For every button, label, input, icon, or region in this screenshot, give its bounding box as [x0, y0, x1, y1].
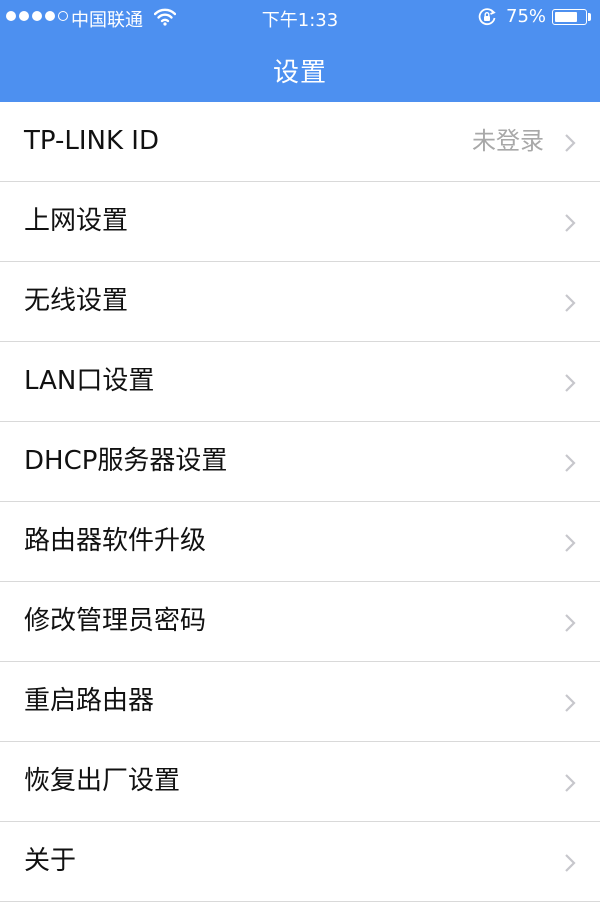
battery-icon [552, 9, 587, 25]
settings-item-change-password[interactable]: 修改管理员密码 [0, 582, 600, 662]
chevron-right-icon [564, 213, 576, 237]
settings-item-label: 无线设置 [24, 286, 129, 316]
settings-item-firmware-upgrade[interactable]: 路由器软件升级 [0, 502, 600, 582]
status-bar: 中国联通 下午1:33 75% [0, 0, 600, 34]
header: 中国联通 下午1:33 75% 设置 [0, 0, 600, 102]
settings-item-label: 关于 [24, 846, 77, 876]
chevron-right-icon [564, 293, 576, 317]
settings-item-label: TP-LINK ID [24, 126, 159, 156]
settings-item-tp-link-id[interactable]: TP-LINK ID 未登录 [0, 102, 600, 182]
chevron-right-icon [564, 693, 576, 717]
battery-percentage: 75% [506, 6, 547, 27]
rotation-lock-icon [477, 7, 497, 32]
settings-item-label: 重启路由器 [24, 686, 155, 716]
settings-item-factory-reset[interactable]: 恢复出厂设置 [0, 742, 600, 822]
settings-item-dhcp[interactable]: DHCP服务器设置 [0, 422, 600, 502]
chevron-right-icon [564, 133, 576, 157]
settings-item-label: 上网设置 [24, 206, 129, 236]
chevron-right-icon [564, 453, 576, 477]
battery-nub [588, 13, 591, 21]
chevron-right-icon [564, 773, 576, 797]
chevron-right-icon [564, 613, 576, 637]
settings-item-wireless[interactable]: 无线设置 [0, 262, 600, 342]
chevron-right-icon [564, 853, 576, 877]
battery-fill [555, 12, 577, 22]
settings-item-label: LAN口设置 [24, 366, 155, 396]
settings-item-internet[interactable]: 上网设置 [0, 182, 600, 262]
login-status: 未登录 [472, 127, 544, 155]
settings-item-reboot[interactable]: 重启路由器 [0, 662, 600, 742]
settings-item-lan[interactable]: LAN口设置 [0, 342, 600, 422]
chevron-right-icon [564, 373, 576, 397]
settings-item-label: 修改管理员密码 [24, 606, 207, 636]
settings-item-about[interactable]: 关于 [0, 822, 600, 902]
settings-item-label: 路由器软件升级 [24, 526, 207, 556]
settings-item-label: 恢复出厂设置 [24, 766, 181, 796]
chevron-right-icon [564, 533, 576, 557]
settings-list: TP-LINK ID 未登录 上网设置 无线设置 LAN口设置 DHCP服务器设… [0, 102, 600, 902]
page-title: 设置 [272, 58, 327, 88]
settings-item-label: DHCP服务器设置 [24, 446, 228, 476]
